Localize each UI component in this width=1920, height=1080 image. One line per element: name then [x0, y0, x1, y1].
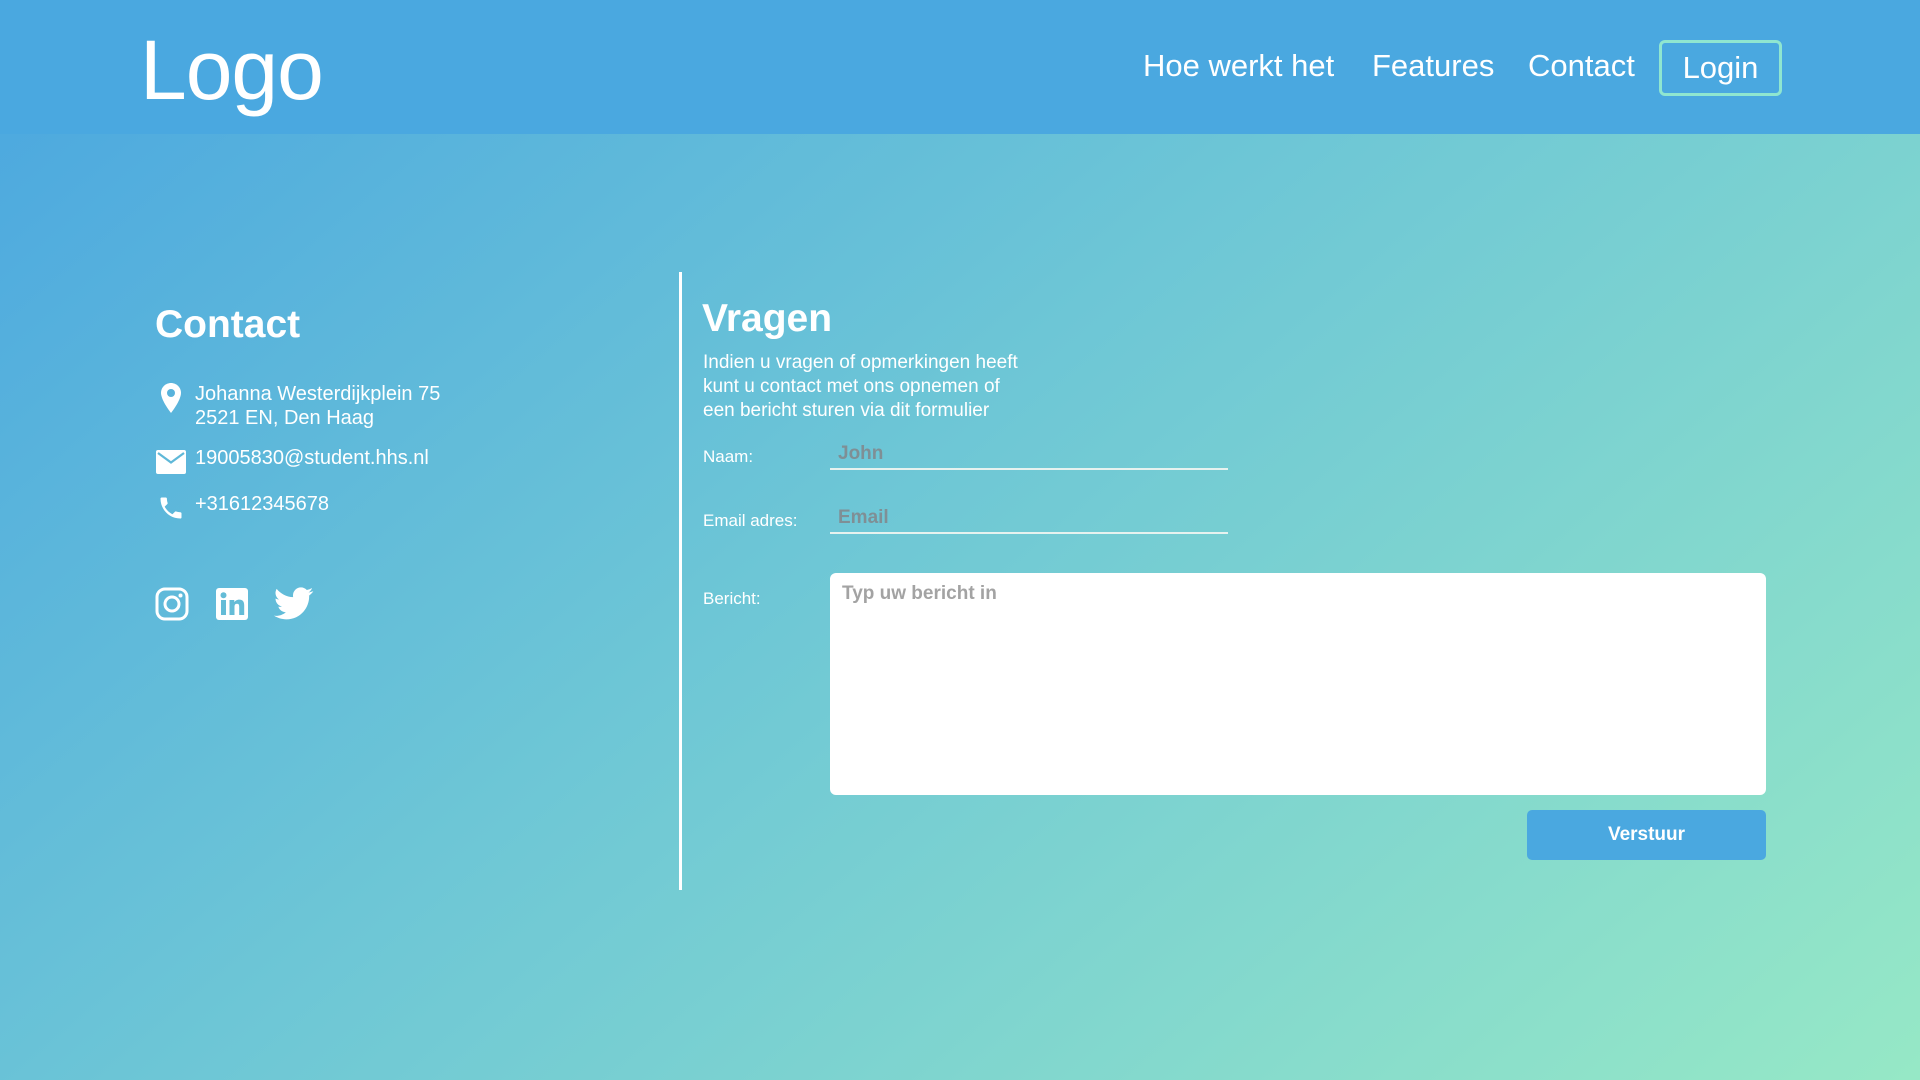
nav-link-hoe-werkt-het[interactable]: Hoe werkt het: [1143, 40, 1334, 92]
message-label: Bericht:: [703, 589, 761, 608]
email-label: Email adres:: [703, 511, 798, 530]
instagram-icon[interactable]: [154, 586, 190, 622]
linkedin-icon[interactable]: [214, 586, 250, 622]
nav-link-contact[interactable]: Contact: [1528, 40, 1635, 92]
phone-text[interactable]: +31612345678: [195, 492, 329, 516]
location-pin-icon: [155, 382, 187, 414]
logo[interactable]: Logo: [140, 22, 324, 118]
phone-icon: [155, 492, 187, 524]
name-input[interactable]: [830, 440, 1228, 470]
address-row: Johanna Westerdijkplein 75 2521 EN, Den …: [155, 382, 440, 430]
envelope-icon: [155, 446, 187, 478]
email-row: 19005830@student.hhs.nl: [155, 446, 429, 478]
message-textarea[interactable]: [830, 573, 1766, 795]
email-input[interactable]: [830, 504, 1228, 534]
top-navbar: Logo Hoe werkt het Features Contact Logi…: [0, 0, 1920, 134]
form-heading: Vragen: [702, 297, 833, 340]
phone-row: +31612345678: [155, 492, 329, 524]
email-text[interactable]: 19005830@student.hhs.nl: [195, 446, 429, 470]
address-text: Johanna Westerdijkplein 75 2521 EN, Den …: [195, 382, 440, 430]
vertical-divider: [679, 272, 682, 890]
form-intro-line-1: Indien u vragen of opmerkingen heeft: [703, 352, 1018, 373]
nav-link-features[interactable]: Features: [1372, 40, 1494, 92]
twitter-icon[interactable]: [274, 586, 314, 622]
name-label: Naam:: [703, 447, 754, 466]
form-intro-line-3: een bericht sturen via dit formulier: [703, 400, 990, 421]
address-line-1: Johanna Westerdijkplein 75: [195, 383, 441, 405]
form-intro: Indien u vragen of opmerkingen heeft kun…: [703, 351, 1083, 423]
form-intro-line-2: kunt u contact met ons opnemen of: [703, 376, 1000, 397]
login-button[interactable]: Login: [1659, 40, 1782, 96]
send-button[interactable]: Verstuur: [1527, 810, 1766, 860]
address-line-2: 2521 EN, Den Haag: [195, 407, 375, 429]
contact-heading: Contact: [155, 303, 301, 346]
